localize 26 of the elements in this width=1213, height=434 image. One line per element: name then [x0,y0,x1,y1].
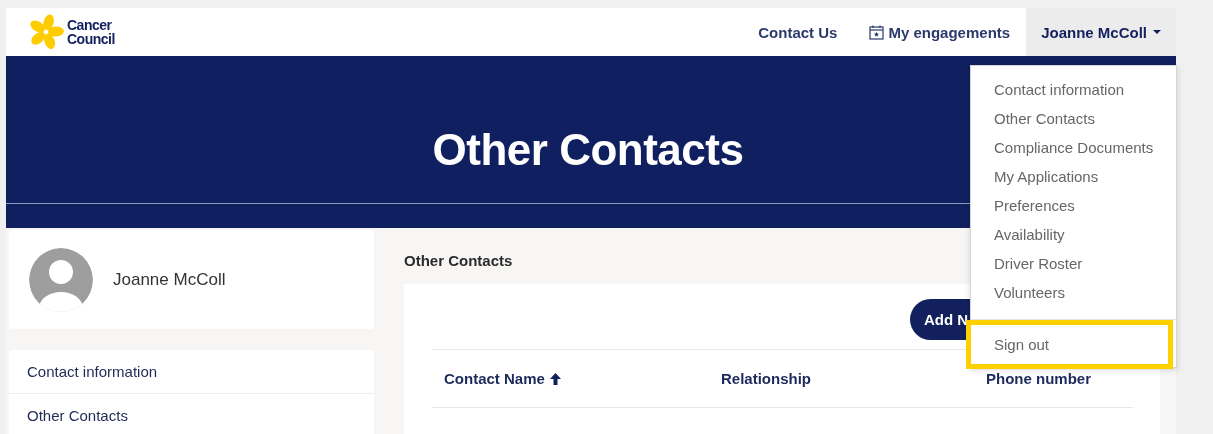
user-menu-button[interactable]: Joanne McColl [1026,8,1176,56]
page-title: Other Contacts [432,125,744,175]
nav-link[interactable]: Contact Us [742,8,854,56]
avatar-icon [29,247,93,312]
dropdown-item[interactable]: Compliance Documents [971,133,1176,162]
column-header[interactable]: Relationship [721,370,986,387]
dropdown-item[interactable]: Other Contacts [971,104,1176,133]
dropdown-item[interactable]: Driver Roster [971,249,1176,278]
profile-name: Joanne McColl [113,269,226,290]
dropdown-item[interactable]: Preferences [971,191,1176,220]
daffodil-logo-icon [28,14,64,50]
calendar-icon [869,24,885,40]
column-header[interactable]: Phone number [986,370,1121,387]
sign-out-link[interactable]: Sign out [971,330,1168,359]
section-heading: Other Contacts [404,252,513,269]
dropdown-item[interactable]: Contact information [971,75,1176,104]
sidebar-item[interactable]: Contact information [9,350,374,394]
nav-link[interactable]: My engagements [853,8,1027,56]
column-header[interactable]: Contact Name [444,370,721,387]
brand-name: Cancer Council [67,18,116,46]
dropdown-item[interactable]: My Applications [971,162,1176,191]
dropdown-item[interactable]: Availability [971,220,1176,249]
dropdown-item[interactable]: Volunteers [971,278,1176,307]
sidebar-item[interactable]: Other Contacts [9,394,374,434]
sort-up-icon [548,371,562,386]
caret-icon [1153,29,1161,35]
